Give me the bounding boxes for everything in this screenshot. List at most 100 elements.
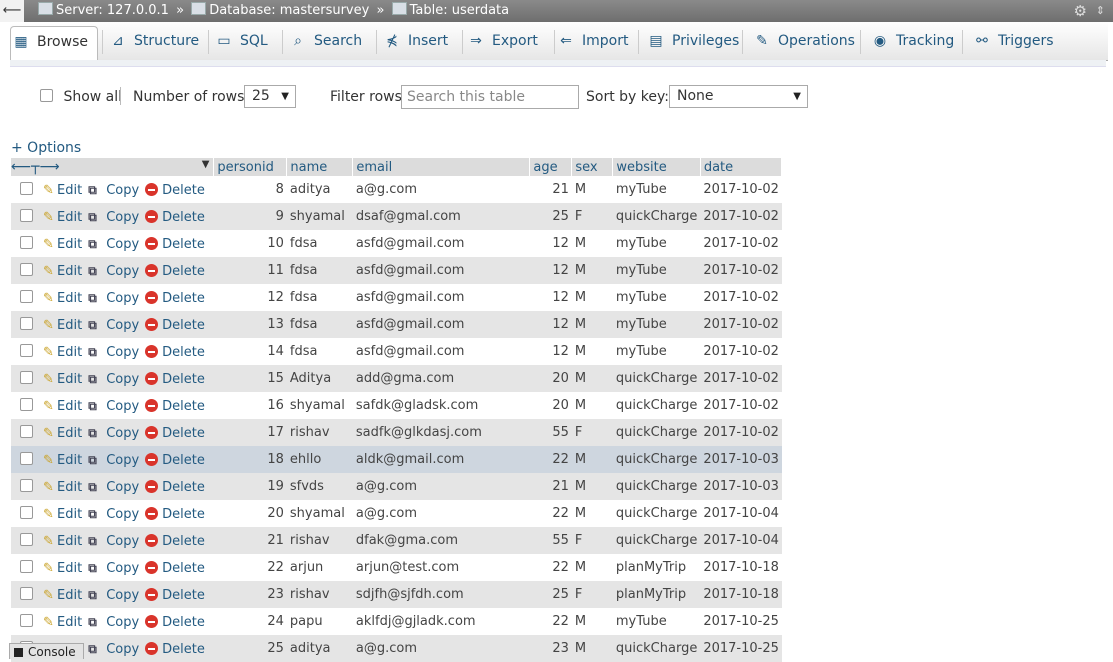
column-header-website[interactable]: website	[612, 158, 701, 176]
cell-date[interactable]: 2017-10-02	[700, 419, 782, 446]
copy-link[interactable]: ⧉ Copy	[88, 642, 139, 657]
delete-link[interactable]: Delete	[145, 398, 205, 414]
copy-link[interactable]: ⧉ Copy	[88, 507, 139, 522]
cell-sex[interactable]: M	[571, 392, 613, 419]
cell-website[interactable]: quickCharge	[612, 365, 701, 392]
tab-import[interactable]: ⇐ Import	[556, 26, 634, 60]
edit-link[interactable]: ✎Edit	[43, 507, 82, 522]
cell-website[interactable]: myTube	[612, 311, 701, 338]
row-checkbox[interactable]	[20, 343, 33, 357]
cell-email[interactable]: aldk@gmail.com	[352, 446, 530, 473]
copy-link[interactable]: ⧉ Copy	[88, 588, 139, 603]
cell-sex[interactable]: M	[571, 635, 613, 662]
cell-personid[interactable]: 18	[213, 446, 287, 473]
cell-age[interactable]: 21	[529, 473, 572, 500]
cell-website[interactable]: myTube	[612, 608, 701, 635]
cell-website[interactable]: planMyTrip	[612, 554, 701, 581]
cell-date[interactable]: 2017-10-02	[700, 203, 782, 230]
cell-personid[interactable]: 11	[213, 257, 287, 284]
cell-email[interactable]: dfak@gma.com	[352, 527, 530, 554]
cell-sex[interactable]: M	[571, 311, 613, 338]
cell-personid[interactable]: 22	[213, 554, 287, 581]
delete-link[interactable]: Delete	[145, 425, 205, 441]
edit-link[interactable]: ✎Edit	[43, 480, 82, 495]
delete-link[interactable]: Delete	[145, 614, 205, 630]
cell-name[interactable]: fdsa	[286, 338, 353, 365]
delete-link[interactable]: Delete	[145, 560, 205, 576]
cell-sex[interactable]: M	[571, 257, 613, 284]
row-checkbox[interactable]	[20, 235, 33, 249]
cell-email[interactable]: add@gma.com	[352, 365, 530, 392]
cell-email[interactable]: asfd@gmail.com	[352, 284, 530, 311]
sort-select[interactable]: None ▼	[669, 85, 808, 108]
cell-email[interactable]: a@g.com	[352, 176, 530, 203]
cell-sex[interactable]: M	[571, 338, 613, 365]
cell-name[interactable]: arjun	[286, 554, 353, 581]
row-checkbox[interactable]	[20, 316, 33, 330]
cell-age[interactable]: 23	[529, 635, 572, 662]
cell-personid[interactable]: 15	[213, 365, 287, 392]
edit-link[interactable]: ✎Edit	[43, 426, 82, 441]
double-arrow-icon[interactable]: ⇕	[1096, 0, 1105, 22]
cell-personid[interactable]: 23	[213, 581, 287, 608]
edit-link[interactable]: ✎Edit	[43, 588, 82, 603]
cell-age[interactable]: 22	[529, 500, 572, 527]
cell-personid[interactable]: 16	[213, 392, 287, 419]
settings-gear-icon[interactable]: ⚙	[1074, 0, 1087, 22]
delete-link[interactable]: Delete	[145, 290, 205, 306]
cell-name[interactable]: shyamal	[286, 392, 353, 419]
row-checkbox[interactable]	[20, 559, 33, 573]
cell-sex[interactable]: M	[571, 473, 613, 500]
copy-link[interactable]: ⧉ Copy	[88, 399, 139, 414]
cell-personid[interactable]: 24	[213, 608, 287, 635]
column-header-sex[interactable]: sex	[571, 158, 614, 176]
column-header-personid[interactable]: personid	[213, 158, 288, 176]
edit-link[interactable]: ✎Edit	[43, 318, 82, 333]
cell-date[interactable]: 2017-10-18	[700, 581, 782, 608]
cell-sex[interactable]: M	[571, 554, 613, 581]
cell-email[interactable]: arjun@test.com	[352, 554, 530, 581]
copy-link[interactable]: ⧉ Copy	[88, 210, 139, 225]
cell-website[interactable]: quickCharge	[612, 392, 701, 419]
copy-link[interactable]: ⧉ Copy	[88, 237, 139, 252]
options-link[interactable]: + Options	[11, 140, 81, 156]
copy-link[interactable]: ⧉ Copy	[88, 264, 139, 279]
cell-age[interactable]: 20	[529, 365, 572, 392]
cell-age[interactable]: 22	[529, 446, 572, 473]
copy-link[interactable]: ⧉ Copy	[88, 291, 139, 306]
cell-name[interactable]: fdsa	[286, 257, 353, 284]
cell-name[interactable]: aditya	[286, 635, 353, 662]
cell-age[interactable]: 21	[529, 176, 572, 203]
cell-name[interactable]: Aditya	[286, 365, 353, 392]
cell-email[interactable]: a@g.com	[352, 500, 530, 527]
column-header-age[interactable]: age	[529, 158, 573, 176]
cell-personid[interactable]: 12	[213, 284, 287, 311]
cell-email[interactable]: asfd@gmail.com	[352, 338, 530, 365]
cell-sex[interactable]: M	[571, 446, 613, 473]
tab-structure[interactable]: ⊿ Structure	[108, 26, 204, 60]
cell-age[interactable]: 22	[529, 554, 572, 581]
cell-age[interactable]: 20	[529, 392, 572, 419]
cell-date[interactable]: 2017-10-02	[700, 176, 782, 203]
cell-name[interactable]: rishav	[286, 581, 353, 608]
cell-name[interactable]: rishav	[286, 527, 353, 554]
cell-age[interactable]: 12	[529, 338, 572, 365]
tab-tracking[interactable]: ◉ Tracking	[870, 26, 958, 60]
cell-age[interactable]: 55	[529, 419, 572, 446]
cell-name[interactable]: fdsa	[286, 284, 353, 311]
cell-website[interactable]: quickCharge	[612, 446, 701, 473]
delete-link[interactable]: Delete	[145, 587, 205, 603]
tab-privileges[interactable]: ▤ Privileges	[646, 26, 739, 60]
cell-website[interactable]: myTube	[612, 176, 701, 203]
edit-link[interactable]: ✎Edit	[43, 561, 82, 576]
row-checkbox[interactable]	[20, 586, 33, 600]
cell-date[interactable]: 2017-10-02	[700, 338, 782, 365]
delete-link[interactable]: Delete	[145, 533, 205, 549]
breadcrumb-server[interactable]: Server: 127.0.0.1	[56, 3, 169, 18]
delete-link[interactable]: Delete	[145, 236, 205, 252]
cell-email[interactable]: asfd@gmail.com	[352, 257, 530, 284]
cell-email[interactable]: safdk@gladsk.com	[352, 392, 530, 419]
cell-date[interactable]: 2017-10-25	[700, 635, 782, 662]
breadcrumb-table[interactable]: Table: userdata	[410, 3, 510, 18]
copy-link[interactable]: ⧉ Copy	[88, 345, 139, 360]
